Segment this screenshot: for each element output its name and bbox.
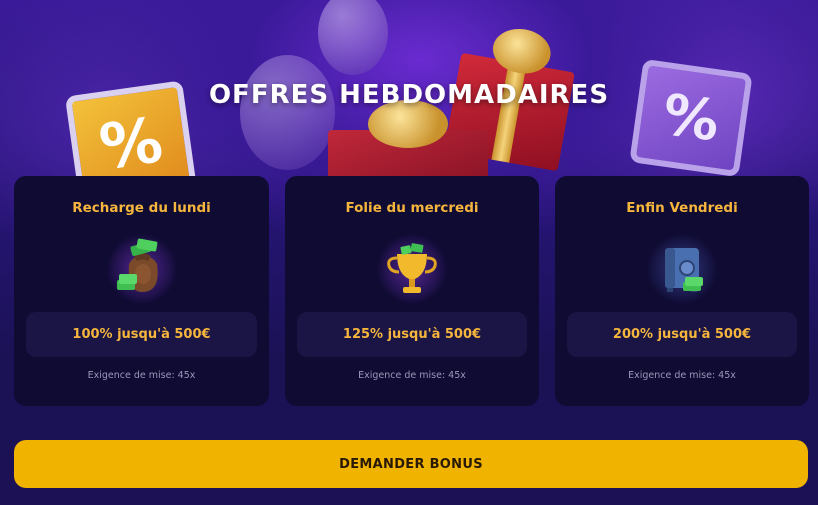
offer-bonus: 100% jusqu'à 500€ <box>26 312 257 357</box>
claim-bonus-button[interactable]: DEMANDER BONUS <box>14 440 808 488</box>
percent-symbol: % <box>95 102 167 184</box>
offer-card-monday: Recharge du lundi 100% jusqu'à 500€ Exig… <box>14 176 269 406</box>
wagering-requirement: Exigence de mise: 45x <box>87 370 196 381</box>
offer-bonus: 125% jusqu'à 500€ <box>297 312 527 357</box>
offer-bonus-text: 100% jusqu'à 500€ <box>72 327 211 342</box>
offer-title: Recharge du lundi <box>72 200 211 216</box>
trophy-icon <box>377 234 447 304</box>
offers-list: Recharge du lundi 100% jusqu'à 500€ Exig… <box>14 176 809 406</box>
percent-tag-decoration: % <box>629 58 753 178</box>
money-bag-icon <box>106 234 177 304</box>
page-title: OFFRES HEBDOMADAIRES <box>208 80 610 110</box>
offer-card-wednesday: Folie du mercredi 125% jusqu'à 500€ Exig… <box>285 176 539 406</box>
offer-bonus-text: 200% jusqu'à 500€ <box>612 327 752 342</box>
offer-title: Folie du mercredi <box>345 200 479 216</box>
offer-title: Enfin Vendredi <box>626 200 738 216</box>
offer-card-friday: Enfin Vendredi 200% jusqu'à 500€ Exigenc… <box>555 176 809 406</box>
offer-bonus-text: 125% jusqu'à 500€ <box>342 327 482 342</box>
balloon-decoration <box>240 55 335 170</box>
safe-icon <box>647 234 717 304</box>
offer-bonus: 200% jusqu'à 500€ <box>567 312 797 357</box>
wagering-requirement: Exigence de mise: 45x <box>358 370 466 381</box>
wagering-requirement: Exigence de mise: 45x <box>628 370 736 381</box>
gift-box-decoration <box>328 100 488 180</box>
